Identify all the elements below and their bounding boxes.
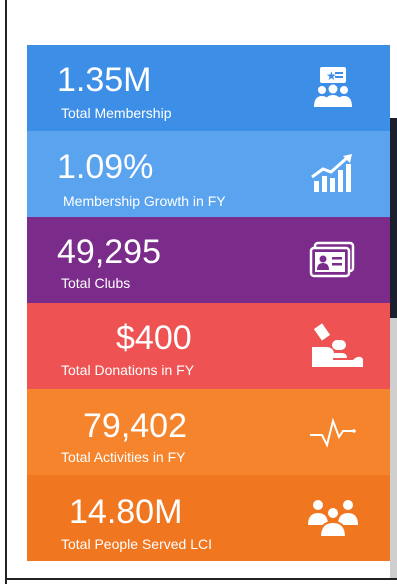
kpi-value: $400: [116, 319, 192, 357]
kpi-label: Total Membership: [61, 105, 172, 121]
activity-pulse-icon: [302, 409, 364, 453]
kpi-value: 14.80M: [69, 493, 183, 531]
kpi-value: 79,402: [83, 407, 187, 445]
people-group-icon: [302, 495, 364, 539]
window-border-left: [5, 0, 7, 584]
kpi-label: Total Clubs: [61, 275, 131, 291]
kpi-label: Total People Served LCI: [61, 536, 212, 552]
kpi-label: Total Donations in FY: [61, 362, 195, 378]
kpi-card-list: 1.35M Total Membership ★ 1.09% Membershi…: [27, 45, 390, 561]
kpi-value: 1.09%: [57, 148, 154, 186]
kpi-card-total-membership[interactable]: 1.35M Total Membership ★: [27, 45, 390, 131]
background-panel-edge-grey: [390, 318, 397, 578]
kpi-card-total-donations[interactable]: $400 Total Donations in FY: [27, 303, 390, 389]
kpi-value: 1.35M: [57, 61, 152, 99]
kpi-card-total-activities[interactable]: 79,402 Total Activities in FY: [27, 389, 390, 475]
membership-icon: ★: [302, 65, 364, 109]
kpi-card-total-clubs[interactable]: 49,295 Total Clubs: [27, 217, 390, 303]
window-border-bottom: [5, 578, 397, 580]
kpi-card-people-served[interactable]: 14.80M Total People Served LCI: [27, 475, 390, 561]
donation-icon: [302, 323, 364, 367]
kpi-label: Total Activities in FY: [61, 449, 186, 465]
kpi-label: Membership Growth in FY: [63, 193, 226, 209]
kpi-value: 49,295: [57, 233, 161, 271]
growth-chart-icon: [302, 151, 364, 195]
id-card-icon: [302, 237, 364, 281]
background-panel-edge: [390, 118, 397, 318]
kpi-card-membership-growth[interactable]: 1.09% Membership Growth in FY: [27, 131, 390, 217]
